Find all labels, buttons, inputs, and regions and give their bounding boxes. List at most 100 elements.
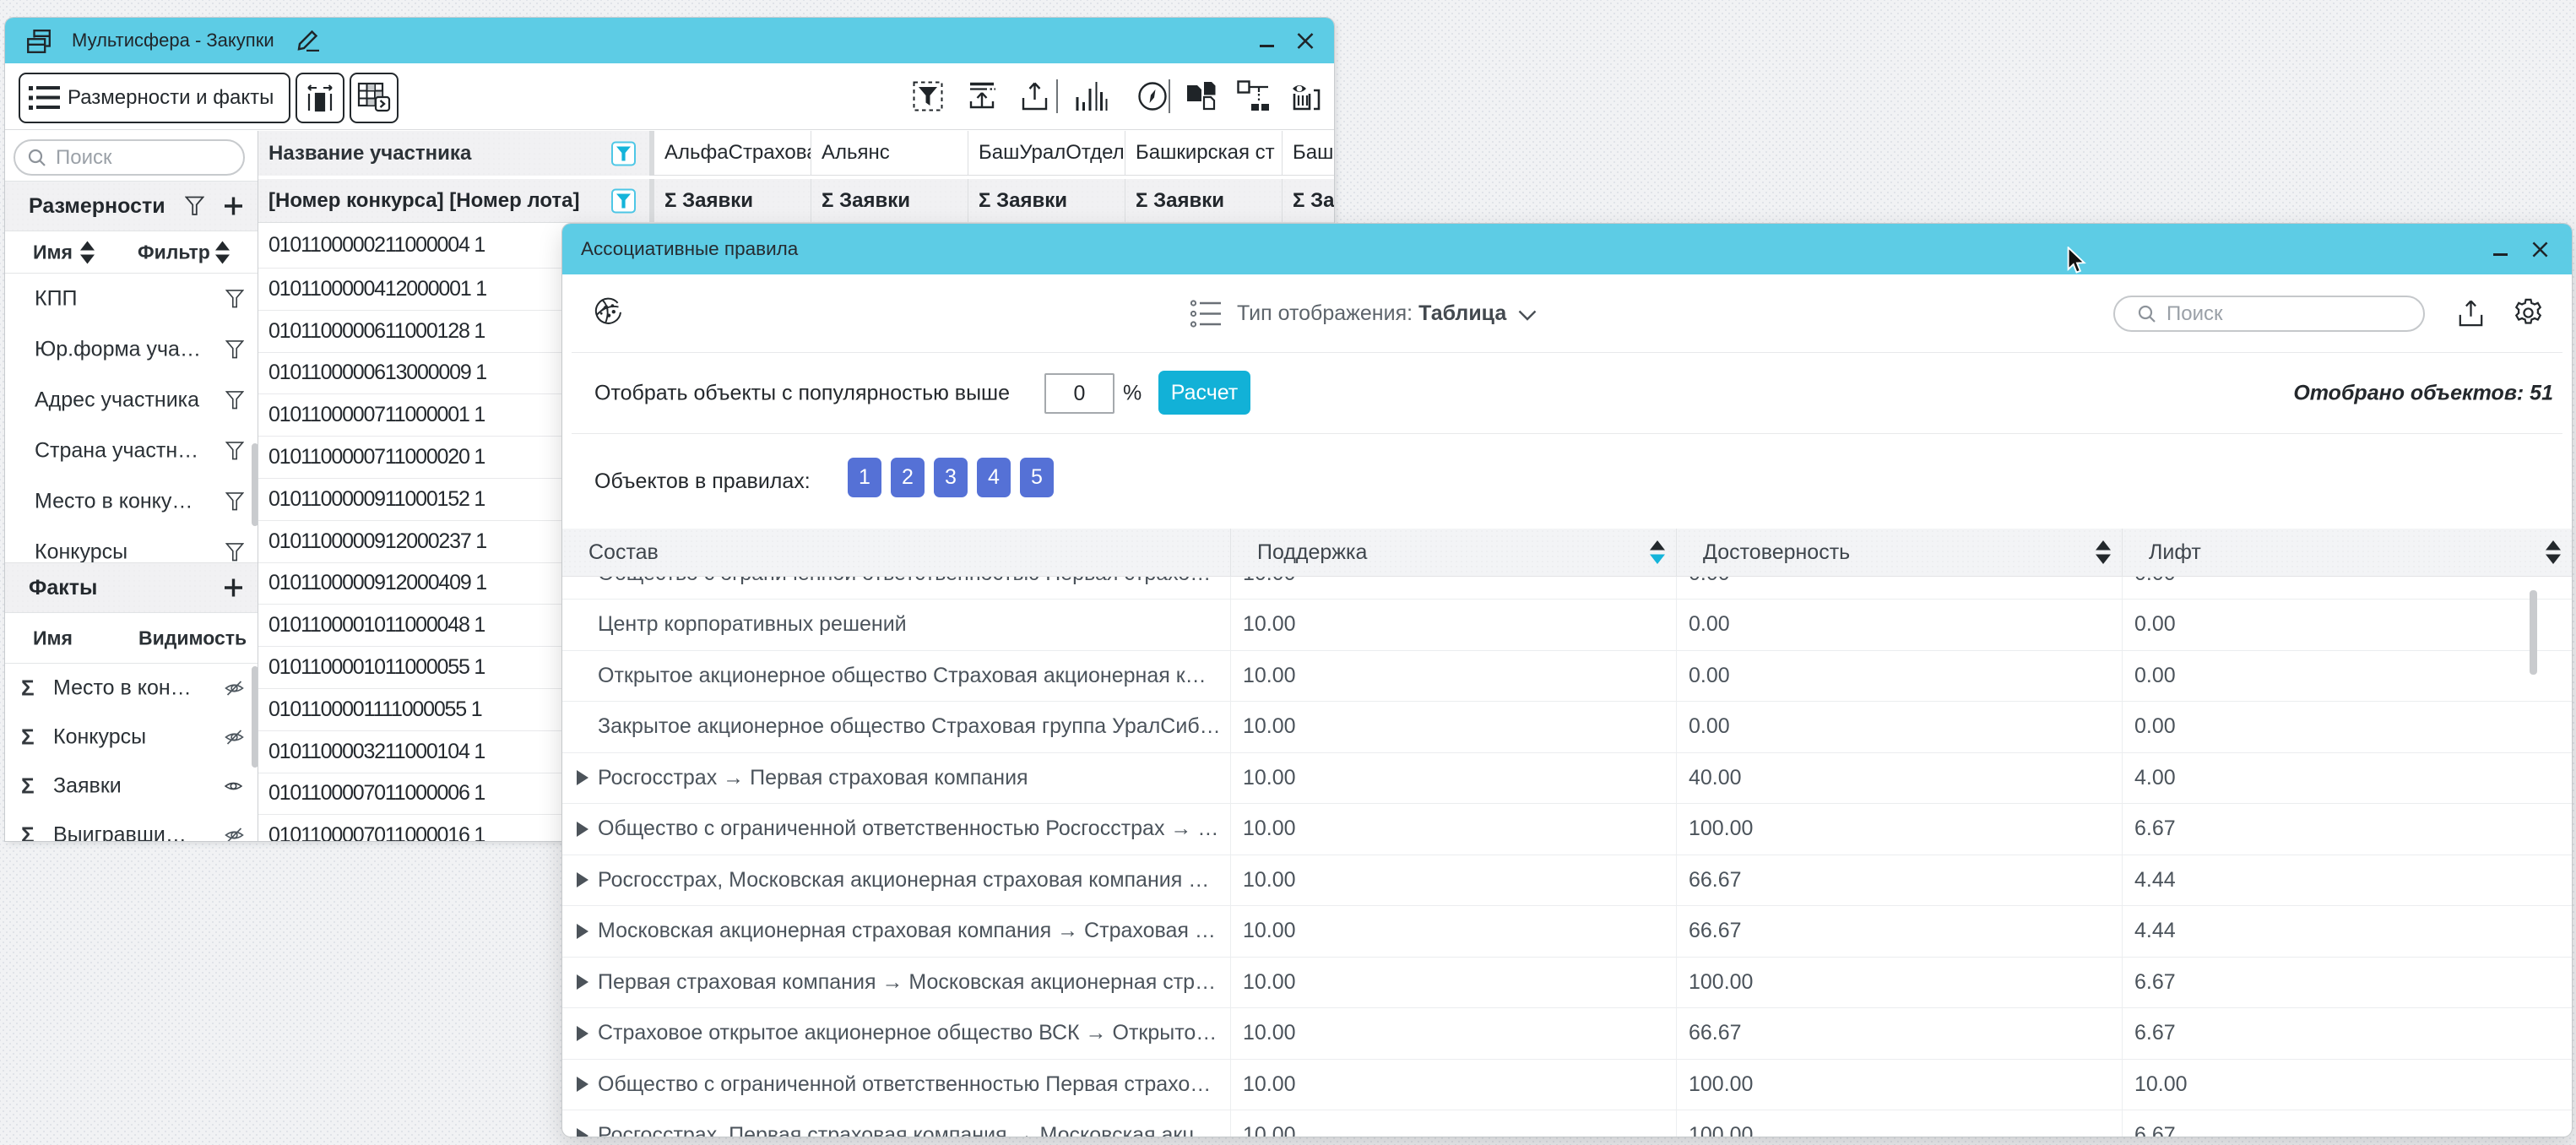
rule-row[interactable]: Страховое открытое акционерное общество … (562, 1008, 2572, 1060)
participant-header[interactable]: БашУралОтдел (968, 131, 1125, 176)
export-icon[interactable] (1021, 81, 1049, 111)
filter-icon[interactable] (225, 391, 244, 410)
rule-row[interactable]: Центр корпоративных решений 10.00 0.00 0… (562, 600, 2572, 651)
copy-documents-icon[interactable] (1185, 80, 1219, 112)
rule-row[interactable]: Общество с ограниченной ответственностью… (562, 804, 2572, 855)
dimension-row[interactable]: Страна участн… (5, 426, 258, 476)
rule-row[interactable]: Московская акционерная страховая компани… (562, 906, 2572, 958)
filter-icon[interactable] (225, 543, 244, 562)
eye-off-icon[interactable] (225, 680, 244, 697)
eye-off-icon[interactable] (225, 729, 244, 746)
rule-row[interactable]: Росгосстрах, Первая страховая компания →… (562, 1110, 2572, 1137)
participant-header[interactable]: Баш (1283, 131, 1334, 176)
expand-icon[interactable] (577, 924, 588, 939)
dimensions-scrollbar[interactable] (252, 443, 258, 526)
expand-icon[interactable] (577, 872, 588, 887)
fit-columns-button[interactable] (296, 73, 344, 123)
expand-icon[interactable] (577, 1026, 588, 1041)
measure-header[interactable]: Σ Заявки (1283, 179, 1334, 222)
dialog-titlebar[interactable]: Ассоциативные правила (562, 224, 2572, 274)
import-icon[interactable] (967, 81, 997, 111)
row-dimension-header[interactable]: [Номер конкурса] [Номер лота] (258, 179, 654, 222)
filter-icon[interactable] (185, 196, 204, 216)
add-fact-button[interactable] (224, 578, 243, 598)
dialog-minimize-button[interactable] (2493, 253, 2508, 256)
rule-row[interactable]: Общество с ограниченной ответственностью… (562, 1060, 2572, 1111)
column-name-label[interactable]: Имя (33, 241, 73, 263)
structure-icon[interactable] (1237, 80, 1271, 112)
dimension-row[interactable]: Место в конку… (5, 476, 258, 527)
participant-header[interactable]: Башкирская ст (1125, 131, 1283, 176)
column-visibility-label[interactable]: Видимость (138, 627, 247, 649)
column-filter-label[interactable]: Фильтр (138, 241, 210, 263)
fact-row[interactable]: Σ Место в кон… (5, 664, 258, 713)
sort-icon[interactable] (2546, 540, 2561, 564)
fact-row[interactable]: Σ Заявки (5, 762, 258, 811)
rule-row[interactable]: Росгосстрах → Первая страховая компания … (562, 753, 2572, 805)
rule-row[interactable]: Открытое акционерное общество Страховая … (562, 651, 2572, 703)
dimension-row[interactable]: Конкурсы (5, 527, 258, 562)
minimize-button[interactable] (1260, 45, 1274, 47)
filter-selection-icon[interactable] (913, 81, 943, 111)
measure-header[interactable]: Σ Заявки (811, 179, 968, 222)
dimensions-facts-button[interactable]: Размерности и факты (19, 73, 290, 123)
expand-icon[interactable] (577, 1077, 588, 1092)
fact-row[interactable]: Σ Выигравши… (5, 811, 258, 841)
expand-icon[interactable] (577, 822, 588, 837)
participant-header[interactable]: Альянс (811, 131, 968, 176)
dimension-row[interactable]: КПП (5, 274, 258, 324)
dialog-close-button[interactable] (2532, 241, 2548, 258)
rule-size-chip[interactable]: 2 (891, 458, 925, 497)
dimension-row[interactable]: Юр.форма уча… (5, 324, 258, 375)
wireframe-sphere-icon[interactable] (594, 297, 622, 326)
expand-icon[interactable] (577, 974, 588, 990)
sidebar-search-input[interactable]: Поиск (14, 139, 245, 176)
column-filter-button[interactable] (611, 141, 636, 166)
table-expand-button[interactable] (350, 73, 399, 123)
expand-icon[interactable] (577, 770, 588, 785)
measure-header[interactable]: Σ Заявки (1125, 179, 1283, 222)
filter-icon[interactable] (225, 290, 244, 309)
participant-column-header[interactable]: Название участника (258, 131, 654, 176)
column-header-composition[interactable]: Состав (562, 529, 1231, 576)
rule-row[interactable]: Первая страховая компания → Московская а… (562, 958, 2572, 1009)
display-type-select[interactable]: Тип отображения: Таблица (1190, 274, 1537, 352)
eye-icon[interactable] (225, 780, 242, 792)
rule-row[interactable]: Общество с ограниченной ответственностью… (562, 577, 2572, 600)
participant-header[interactable]: АльфаСтрахова (654, 131, 811, 176)
column-header-confidence[interactable]: Достоверность (1677, 529, 2123, 576)
sort-icon[interactable] (215, 241, 230, 263)
rule-row[interactable]: Закрытое акционерное общество Страховая … (562, 702, 2572, 753)
expand-icon[interactable] (577, 1128, 588, 1137)
fact-row[interactable]: Σ Конкурсы (5, 713, 258, 762)
rule-size-chip[interactable]: 5 (1020, 458, 1054, 497)
column-header-support[interactable]: Поддержка (1231, 529, 1677, 576)
upload-icon[interactable] (2458, 299, 2484, 328)
rule-size-chip[interactable]: 1 (848, 458, 881, 497)
popularity-input[interactable]: 0 (1044, 373, 1114, 414)
sort-icon-asc[interactable] (1650, 540, 1665, 564)
facts-scrollbar[interactable] (252, 666, 258, 768)
main-titlebar[interactable]: Мультисфера - Закупки (5, 18, 1334, 63)
sort-icon[interactable] (80, 241, 95, 263)
eye-off-icon[interactable] (225, 827, 244, 842)
bar-chart-icon[interactable] (1076, 80, 1108, 112)
measure-header[interactable]: Σ Заявки (654, 179, 811, 222)
dimension-row[interactable]: Адрес участника (5, 375, 258, 426)
rule-size-chip[interactable]: 4 (977, 458, 1011, 497)
column-header-lift[interactable]: Лифт (2123, 529, 2572, 576)
compass-icon[interactable] (1137, 81, 1168, 111)
sort-icon[interactable] (2096, 540, 2111, 564)
close-button[interactable] (1297, 33, 1314, 49)
calculate-button[interactable]: Расчет (1158, 371, 1250, 415)
hide-trash-icon[interactable] (1288, 80, 1323, 112)
pencil-icon[interactable] (295, 30, 320, 52)
filter-icon[interactable] (225, 340, 244, 360)
rule-size-chip[interactable]: 3 (934, 458, 968, 497)
rules-table-scrollbar[interactable] (2530, 590, 2537, 675)
rule-row[interactable]: Росгосстрах, Московская акционерная стра… (562, 855, 2572, 907)
dialog-search-input[interactable]: Поиск (2113, 296, 2425, 332)
filter-icon[interactable] (225, 492, 244, 512)
column-name-label[interactable]: Имя (33, 627, 73, 649)
column-filter-button[interactable] (611, 188, 636, 213)
